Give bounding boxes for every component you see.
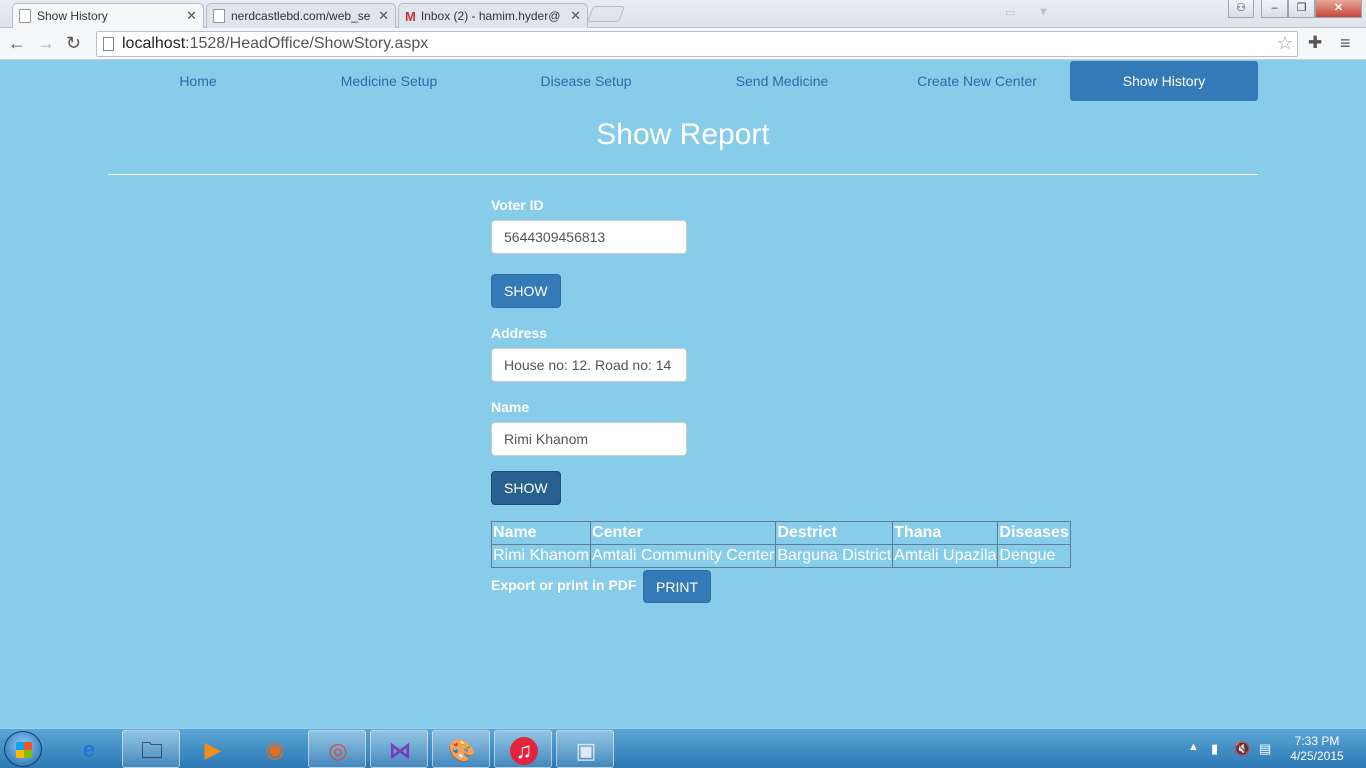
taskbar-remote-desktop[interactable]: ▣ [556, 730, 614, 768]
column-header: Name [490, 521, 592, 545]
address-input[interactable] [491, 348, 687, 382]
table-row: Rimi Khanom Amtali Community Center Barg… [490, 544, 1071, 568]
column-header: Destrict [775, 521, 894, 545]
close-icon[interactable]: ✕ [570, 8, 581, 24]
show-hidden-icons-icon[interactable]: ▲ [1188, 741, 1199, 753]
column-header: Center [590, 521, 777, 545]
folder-icon: 🗀 [140, 738, 163, 763]
table-cell: Amtali Community Center [590, 544, 777, 568]
user-profile-button[interactable]: ⚇ [1228, 0, 1254, 18]
paint-icon: 🎨 [448, 738, 476, 763]
taskbar-visual-studio[interactable]: ⋈ [370, 730, 428, 768]
nav-show-history[interactable]: Show History [1070, 61, 1258, 101]
visual-studio-icon: ⋈ [389, 738, 411, 763]
column-header: Thana [892, 521, 999, 545]
name-input[interactable] [491, 422, 687, 456]
close-icon[interactable]: ✕ [378, 8, 389, 24]
export-label: Export or print in PDF [491, 577, 637, 593]
itunes-icon: ♫ [510, 737, 538, 765]
taskbar-media-player[interactable]: ▶ [184, 730, 242, 768]
url-host: localhost [122, 35, 186, 52]
browser-toolbar: ← → ↻ localhost:1528/HeadOffice/ShowStor… [0, 28, 1366, 60]
address-bar[interactable]: localhost:1528/HeadOffice/ShowStory.aspx… [96, 31, 1298, 57]
internet-explorer-icon: e [82, 737, 96, 762]
tab-gmail-inbox[interactable]: M Inbox (2) - hamim.hyder@ ✕ [398, 3, 588, 28]
nav-send-medicine[interactable]: Send Medicine [724, 61, 840, 101]
column-header: Diseases [997, 521, 1071, 545]
firefox-icon: ◉ [265, 737, 285, 762]
maximize-button[interactable]: ❐ [1288, 0, 1315, 18]
menu-icon[interactable]: ≡ [1340, 33, 1351, 54]
nav-create-new-center[interactable]: Create New Center [908, 61, 1046, 101]
clock-date: 4/25/2015 [1290, 749, 1344, 763]
nav-home[interactable]: Home [158, 61, 238, 101]
tab-show-history[interactable]: Show History ✕ [12, 3, 204, 28]
battery-icon[interactable]: ▮ [1211, 741, 1218, 757]
page-title: Show Report [596, 118, 770, 151]
table-cell: Amtali Upazila [892, 544, 999, 568]
taskbar-internet-explorer[interactable]: e [60, 730, 118, 768]
voter-id-input[interactable] [491, 220, 687, 254]
extension-puzzle-icon[interactable]: ✚ [1308, 33, 1322, 53]
gmail-icon: M [405, 8, 416, 24]
print-button[interactable]: PRINT [643, 570, 711, 603]
chrome-icon: ◎ [328, 738, 348, 763]
monitor-icon: ▣ [575, 738, 597, 763]
table-cell: Rimi Khanom [490, 544, 592, 568]
address-label: Address [491, 325, 548, 341]
chat-icon: ▭ [1005, 7, 1016, 19]
start-button[interactable] [4, 731, 42, 767]
show-history-button[interactable]: SHOW [491, 471, 561, 505]
tab-title: nerdcastlebd.com/web_se [231, 9, 371, 23]
url-path: :1528/HeadOffice/ShowStory.aspx [185, 35, 429, 52]
taskbar-firefox[interactable]: ◉ [246, 730, 304, 768]
table-header-row: Name Center Destrict Thana Diseases [490, 521, 1071, 545]
voter-id-label: Voter ID [491, 197, 544, 213]
page-icon [103, 37, 114, 51]
clock-time: 7:33 PM [1294, 734, 1340, 748]
windows-logo-icon [16, 742, 32, 758]
filter-icon: ▼ [1038, 6, 1049, 18]
windows-taskbar: e 🗀 ▶ ◉ ◎ ⋈ 🎨 ♫ ▣ ▲ ▮ 🔇 ▤ 7:33 PM 4/25/2… [0, 728, 1366, 768]
close-icon[interactable]: ✕ [186, 8, 197, 24]
taskbar-chrome[interactable]: ◎ [308, 730, 366, 768]
system-clock[interactable]: 7:33 PM 4/25/2015 [1286, 734, 1348, 764]
new-tab-button[interactable] [587, 6, 625, 22]
close-window-button[interactable]: ✕ [1315, 0, 1362, 18]
minimize-button[interactable]: – [1261, 0, 1288, 18]
taskbar-paint[interactable]: 🎨 [432, 730, 490, 768]
site-navbar: Home Medicine Setup Disease Setup Send M… [108, 61, 1258, 101]
table-cell: Barguna District [775, 544, 894, 568]
network-icon[interactable]: ▤ [1259, 741, 1271, 757]
taskbar-itunes[interactable]: ♫ [494, 730, 552, 768]
tab-nerdcastle[interactable]: nerdcastlebd.com/web_se ✕ [206, 3, 396, 28]
volume-muted-icon[interactable]: 🔇 [1234, 741, 1250, 757]
browser-tab-strip: Show History ✕ nerdcastlebd.com/web_se ✕… [0, 0, 1366, 28]
show-voter-button[interactable]: SHOW [491, 274, 561, 308]
name-label: Name [491, 399, 530, 415]
taskbar-file-explorer[interactable]: 🗀 [122, 730, 180, 768]
page-icon [19, 9, 31, 23]
bookmark-star-icon[interactable]: ☆ [1277, 33, 1293, 54]
tab-title: Show History [37, 9, 108, 23]
history-table: Name Center Destrict Thana Diseases Rimi… [490, 521, 1071, 568]
media-player-icon: ▶ [204, 737, 222, 762]
tab-title: Inbox (2) - hamim.hyder@ [420, 9, 561, 23]
nav-disease-setup[interactable]: Disease Setup [528, 61, 644, 101]
reload-icon[interactable]: ↻ [66, 33, 81, 54]
nav-medicine-setup[interactable]: Medicine Setup [328, 61, 450, 101]
forward-icon[interactable]: → [37, 33, 55, 54]
back-icon[interactable]: ← [8, 33, 26, 54]
table-cell: Dengue [997, 544, 1071, 568]
divider [108, 174, 1258, 175]
page-icon [213, 9, 225, 23]
